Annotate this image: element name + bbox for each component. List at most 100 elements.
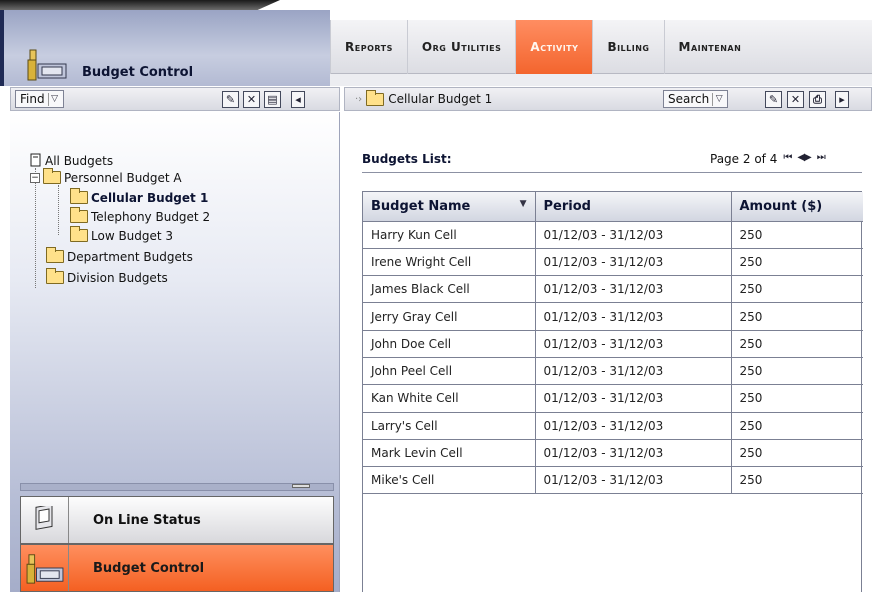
module-online-status[interactable]: On Line Status <box>20 496 334 544</box>
column-header-budget-name[interactable]: Budget Name ▼ <box>363 192 536 222</box>
tree-label: Personnel Budget A <box>64 170 182 185</box>
tree-label: Department Budgets <box>67 249 193 264</box>
cell-budget-name: Irene Wright Cell <box>363 248 536 277</box>
pager: Page 2 of 4 ⏮ ◀▶ ⏭ <box>710 152 826 166</box>
arrow-icon: ·› <box>355 93 363 105</box>
tree-label: Low Budget 3 <box>91 228 174 243</box>
cell-period: 01/12/03 - 31/12/03 <box>535 330 732 358</box>
cell-period: 01/12/03 - 31/12/03 <box>535 248 732 277</box>
cell-budget-name: Harry Kun Cell <box>363 221 536 249</box>
cell-budget-name: James Black Cell <box>363 275 536 304</box>
budgets-table: Budget Name ▼ Period Amount ($) Harry Ku… <box>362 191 863 592</box>
nav-org-utilities[interactable]: Org Utilities <box>406 20 516 74</box>
column-label: Amount ($) <box>739 198 823 214</box>
prev-next-page-icon[interactable]: ◀▶ <box>797 152 811 166</box>
new-item-icon[interactable]: ✎ <box>222 91 239 108</box>
column-label: Budget Name <box>371 198 471 214</box>
panel-splitter[interactable] <box>20 483 334 491</box>
folder-icon <box>46 247 64 263</box>
table-row[interactable]: Irene Wright Cell 01/12/03 - 31/12/03 250 <box>363 248 863 277</box>
page-indicator: Page 2 of 4 <box>710 152 778 166</box>
cell-budget-name: Jerry Gray Cell <box>363 302 536 331</box>
properties-icon[interactable]: ▤ <box>264 91 281 108</box>
search-label: Search <box>668 92 710 106</box>
cell-budget-name: John Doe Cell <box>363 330 536 358</box>
tree-connector <box>35 168 36 288</box>
cell-period: 01/12/03 - 31/12/03 <box>535 221 732 249</box>
expand-panel-icon[interactable]: ▸ <box>835 91 849 108</box>
table-row[interactable]: Harry Kun Cell 01/12/03 - 31/12/03 250 <box>363 221 863 249</box>
collapse-toggle-icon[interactable]: − <box>30 172 40 183</box>
module-label: On Line Status <box>93 512 201 528</box>
cell-period: 01/12/03 - 31/12/03 <box>535 302 732 331</box>
folder-icon <box>70 207 88 223</box>
table-row[interactable]: Mike's Cell 01/12/03 - 31/12/03 250 <box>363 466 863 495</box>
breadcrumb: ·› Cellular Budget 1 <box>355 89 493 106</box>
breadcrumb-label: Cellular Budget 1 <box>388 92 493 106</box>
tree-item-personnel-budget[interactable]: − Personnel Budget A <box>30 168 182 186</box>
nav-underline <box>330 74 872 86</box>
left-toolbar: Find ▽ ✎ ✕ ▤ ◂ <box>10 87 340 111</box>
column-header-period[interactable]: Period <box>535 192 732 222</box>
budget-control-logo-icon <box>27 49 67 81</box>
table-row[interactable]: Mark Levin Cell 01/12/03 - 31/12/03 250 <box>363 439 863 468</box>
column-label: Period <box>543 198 591 214</box>
delete-icon[interactable]: ✕ <box>787 91 804 108</box>
tree-item-telephony-budget[interactable]: Telephony Budget 2 <box>70 207 211 225</box>
table-row[interactable]: John Peel Cell 01/12/03 - 31/12/03 250 <box>363 357 863 386</box>
table-row[interactable]: Kan White Cell 01/12/03 - 31/12/03 250 <box>363 384 863 413</box>
open-folder-icon <box>366 89 385 106</box>
table-header-row: Budget Name ▼ Period Amount ($) <box>363 192 863 222</box>
budget-control-icon <box>21 545 69 591</box>
module-budget-control[interactable]: Budget Control <box>20 544 334 592</box>
chevron-down-icon: ▽ <box>47 92 61 106</box>
tree-item-low-budget[interactable]: Low Budget 3 <box>70 226 174 244</box>
database-icon <box>30 153 41 167</box>
list-title: Budgets List: <box>362 152 452 166</box>
cell-amount: 250 <box>731 248 863 277</box>
delete-icon[interactable]: ✕ <box>243 91 260 108</box>
splitter-grip-icon[interactable] <box>292 484 310 488</box>
nav-maintenance[interactable]: Maintenan <box>663 20 756 74</box>
cell-budget-name: John Peel Cell <box>363 357 536 386</box>
cell-budget-name: Mike's Cell <box>363 466 536 495</box>
sort-desc-icon[interactable]: ▼ <box>520 199 527 209</box>
tree-item-department-budgets[interactable]: Department Budgets <box>46 247 193 265</box>
cell-amount: 250 <box>731 221 863 249</box>
divider <box>362 172 862 173</box>
cell-amount: 250 <box>731 384 863 413</box>
table-row[interactable]: Jerry Gray Cell 01/12/03 - 31/12/03 250 <box>363 302 863 331</box>
cell-amount: 250 <box>731 302 863 331</box>
cell-budget-name: Mark Levin Cell <box>363 439 536 468</box>
cell-period: 01/12/03 - 31/12/03 <box>535 384 732 413</box>
main-nav: Reports Org Utilities Activity Billing M… <box>330 20 872 74</box>
last-page-icon[interactable]: ⏭ <box>817 152 826 166</box>
tree-label: Cellular Budget 1 <box>91 190 209 205</box>
chevron-down-icon: ▽ <box>712 92 725 106</box>
table-row[interactable]: James Black Cell 01/12/03 - 31/12/03 250 <box>363 275 863 304</box>
search-dropdown[interactable]: Search ▽ <box>663 90 729 108</box>
nav-reports[interactable]: Reports <box>330 20 407 74</box>
nav-activity[interactable]: Activity <box>515 20 593 74</box>
print-icon[interactable]: ⎙ <box>809 91 826 108</box>
tree-item-division-budgets[interactable]: Division Budgets <box>46 268 168 286</box>
column-header-amount[interactable]: Amount ($) <box>731 192 863 222</box>
first-page-icon[interactable]: ⏮ <box>783 152 792 166</box>
nav-billing[interactable]: Billing <box>592 20 663 74</box>
new-item-icon[interactable]: ✎ <box>765 91 782 108</box>
find-label: Find <box>20 92 45 106</box>
collapse-panel-icon[interactable]: ◂ <box>291 91 305 108</box>
cell-period: 01/12/03 - 31/12/03 <box>535 357 732 386</box>
table-row[interactable]: John Doe Cell 01/12/03 - 31/12/03 250 <box>363 330 863 358</box>
tree-label: Telephony Budget 2 <box>91 209 211 224</box>
cell-budget-name: Kan White Cell <box>363 384 536 413</box>
tree-item-cellular-budget[interactable]: Cellular Budget 1 <box>70 188 209 206</box>
content-panel: Budgets List: Page 2 of 4 ⏮ ◀▶ ⏭ Budget … <box>344 112 872 592</box>
right-toolbar: ·› Cellular Budget 1 Search ▽ ✎ ✕ ⎙ ▸ <box>344 87 872 111</box>
find-dropdown[interactable]: Find ▽ <box>15 90 64 108</box>
tree-item-all-budgets[interactable]: All Budgets <box>30 152 113 169</box>
monitor-icon <box>21 497 69 543</box>
tree-connector <box>58 185 59 235</box>
cell-amount: 250 <box>731 357 863 386</box>
table-row[interactable]: Larry's Cell 01/12/03 - 31/12/03 250 <box>363 412 863 440</box>
